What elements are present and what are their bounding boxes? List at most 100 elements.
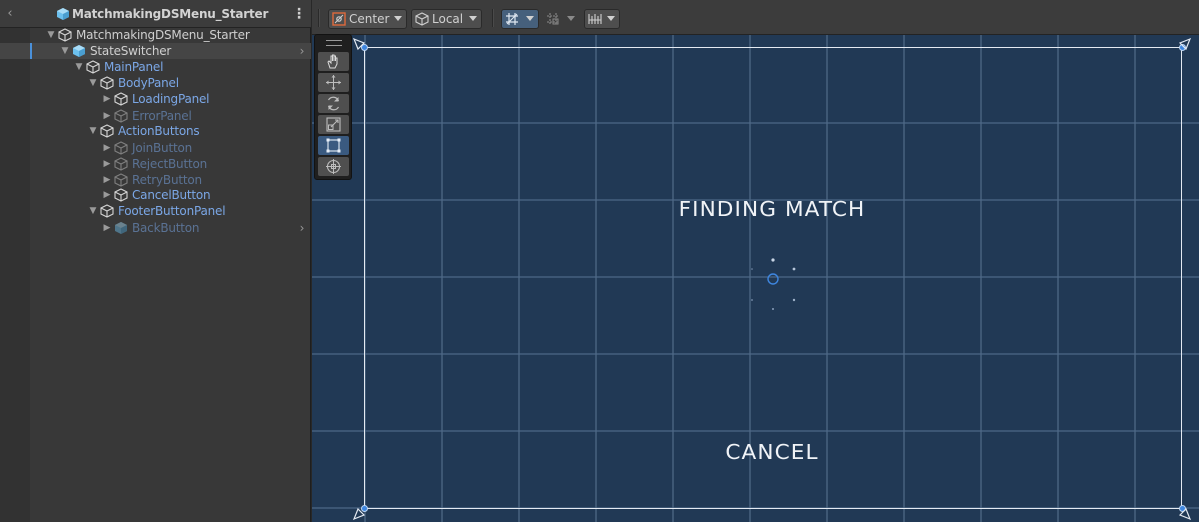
hierarchy-item-label: RetryButton	[132, 173, 202, 187]
finding-match-text[interactable]: FINDING MATCH	[578, 197, 967, 221]
prefab-icon	[73, 45, 85, 57]
scene-view[interactable]: FINDING MATCH CANCEL	[312, 35, 1199, 522]
ruler-icon	[588, 14, 602, 24]
rotate-tool-button[interactable]	[318, 94, 349, 113]
gameobject-icon	[100, 204, 114, 218]
hand-icon	[327, 54, 338, 69]
chevron-down-icon	[567, 16, 575, 21]
hierarchy-item-label: LoadingPanel	[132, 92, 210, 106]
expand-arrow-down-icon[interactable]: ▼	[46, 29, 56, 41]
gameobject-icon	[114, 92, 128, 106]
expand-arrow-right-icon[interactable]: ▶	[102, 110, 112, 122]
gameobject-icon	[114, 141, 128, 155]
expand-arrow-right-icon[interactable]: ▶	[102, 158, 112, 170]
gameobject-icon	[100, 76, 114, 90]
expand-arrow-right-icon[interactable]: ▶	[102, 93, 112, 105]
hierarchy-item[interactable]: ▶ BackButton ›	[0, 220, 311, 236]
hierarchy-item[interactable]: ▶ JoinButton	[0, 140, 311, 156]
gameobject-icon	[58, 28, 72, 42]
toolbar-grip[interactable]	[318, 9, 320, 27]
chevron-down-icon	[607, 16, 615, 21]
prefab-icon	[115, 222, 127, 234]
expand-arrow-down-icon[interactable]: ▼	[88, 205, 98, 217]
gameobject-icon	[114, 188, 128, 202]
expand-arrow-right-icon[interactable]: ▶	[102, 222, 112, 234]
hierarchy-item[interactable]: ▶ RejectButton	[0, 156, 311, 172]
hierarchy-item[interactable]: ▼ BodyPanel	[0, 75, 311, 91]
gameobject-icon	[114, 173, 128, 187]
selection-marker	[30, 43, 32, 59]
toolbar-grip[interactable]	[492, 9, 494, 27]
hierarchy-item-label: CancelButton	[132, 188, 211, 202]
chevron-down-icon	[394, 16, 402, 21]
rect-tool-button[interactable]	[318, 136, 349, 155]
scale-icon	[326, 117, 341, 132]
snap-settings-toggle[interactable]	[542, 9, 580, 29]
move-tool-button[interactable]	[318, 73, 349, 92]
chevron-down-icon	[526, 16, 534, 21]
expand-arrow-right-icon[interactable]: ▶	[102, 174, 112, 186]
prefab-mode-header: ‹ MatchmakingDSMenu_Starter ⋮	[0, 0, 311, 28]
transform-gizmo-icon	[326, 159, 341, 174]
anchor-top-right-icon[interactable]	[1178, 37, 1192, 51]
increment-snap-toggle[interactable]	[584, 9, 620, 29]
hierarchy-item[interactable]: ▼ MainPanel	[0, 59, 311, 75]
move-arrows-icon	[326, 75, 341, 90]
expand-arrow-right-icon[interactable]: ▶	[102, 142, 112, 154]
loading-spinner-icon[interactable]	[742, 253, 804, 315]
expand-arrow-down-icon[interactable]: ▼	[88, 125, 98, 137]
hierarchy-item[interactable]: ▼ StateSwitcher ›	[0, 43, 311, 59]
hierarchy-item[interactable]: ▼ FooterButtonPanel	[0, 203, 311, 219]
hierarchy-item-label: MainPanel	[104, 60, 164, 74]
hierarchy-item-label: BackButton	[132, 221, 200, 235]
hierarchy-item[interactable]: ▶ LoadingPanel	[0, 91, 311, 107]
hierarchy-item[interactable]: ▶ RetryButton	[0, 172, 311, 188]
expand-arrow-down-icon[interactable]: ▼	[74, 61, 84, 73]
chevron-down-icon	[469, 16, 477, 21]
cancel-button-text[interactable]: CANCEL	[642, 440, 901, 464]
hierarchy-panel: ‹ MatchmakingDSMenu_Starter ⋮ ▼ Matchmaki…	[0, 0, 311, 522]
pivot-mode-dropdown[interactable]: Center	[328, 9, 407, 29]
hierarchy-item-label: RejectButton	[132, 157, 207, 171]
scene-toolbar: Center Local	[312, 0, 1199, 35]
hierarchy-item-label: ActionButtons	[118, 124, 200, 138]
transform-tool-button[interactable]	[318, 157, 349, 176]
scale-tool-button[interactable]	[318, 115, 349, 134]
hierarchy-item[interactable]: ▼ MatchmakingDSMenu_Starter	[0, 27, 311, 43]
anchor-bottom-right-icon[interactable]	[1178, 507, 1192, 521]
overlay-drag-handle[interactable]	[326, 40, 342, 46]
hierarchy-item[interactable]: ▶ ErrorPanel	[0, 108, 311, 124]
prefab-title: MatchmakingDSMenu_Starter	[72, 7, 269, 21]
prefab-icon	[57, 8, 69, 20]
tools-overlay	[314, 34, 352, 180]
pivot-rotation-label: Local	[432, 12, 464, 26]
hierarchy-item[interactable]: ▶ CancelButton	[0, 187, 311, 203]
hierarchy-item-label: BodyPanel	[118, 76, 179, 90]
gameobject-icon	[86, 60, 100, 74]
grid-visibility-toggle[interactable]	[501, 9, 539, 29]
gameobject-icon	[100, 124, 114, 138]
hierarchy-item[interactable]: ▼ ActionButtons	[0, 123, 311, 139]
hierarchy-item-label: MatchmakingDSMenu_Starter	[76, 28, 250, 42]
expand-arrow-down-icon[interactable]: ▼	[60, 45, 70, 57]
pivot-mode-label: Center	[349, 12, 390, 26]
grid-icon	[506, 13, 518, 25]
local-cube-icon	[415, 12, 429, 26]
anchor-bottom-left-icon[interactable]	[352, 507, 366, 521]
more-options-icon[interactable]: ⋮	[292, 6, 306, 22]
expand-arrow-right-icon[interactable]: ▶	[102, 189, 112, 201]
rotate-icon	[327, 96, 340, 111]
open-prefab-chevron-icon[interactable]: ›	[297, 221, 307, 235]
open-prefab-chevron-icon[interactable]: ›	[297, 44, 307, 58]
hierarchy-item-label: JoinButton	[132, 141, 193, 155]
expand-arrow-down-icon[interactable]: ▼	[88, 77, 98, 89]
grid-snap-icon	[547, 13, 559, 25]
pivot-center-icon	[332, 12, 346, 26]
anchor-top-left-icon[interactable]	[352, 37, 366, 51]
hand-tool-button[interactable]	[318, 52, 349, 71]
gameobject-icon	[114, 157, 128, 171]
hierarchy-item-label: StateSwitcher	[90, 44, 172, 58]
back-arrow-icon[interactable]: ‹	[3, 6, 17, 22]
hierarchy-item-label: FooterButtonPanel	[118, 204, 226, 218]
pivot-rotation-dropdown[interactable]: Local	[411, 9, 482, 29]
